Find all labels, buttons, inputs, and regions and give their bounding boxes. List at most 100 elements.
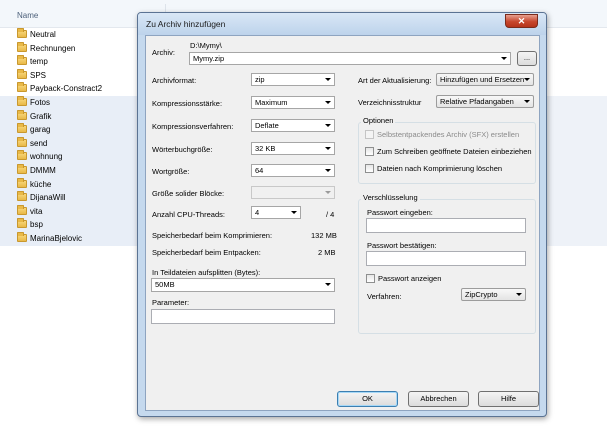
params-label: Parameter:: [152, 298, 190, 307]
list-item[interactable]: vita: [0, 204, 140, 219]
chevron-down-icon: [524, 78, 530, 81]
folder-icon: [17, 82, 27, 93]
folder-icon: [17, 136, 27, 147]
folder-icon: [17, 41, 27, 52]
params-input[interactable]: [151, 309, 335, 324]
chevron-down-icon: [325, 124, 331, 127]
list-item[interactable]: garag: [0, 123, 140, 137]
chevron-down-icon: [524, 100, 530, 103]
chevron-down-icon: [501, 57, 507, 60]
folder-icon: [17, 191, 27, 202]
chevron-down-icon: [325, 147, 331, 150]
file-name: MarinaBjelovic: [30, 233, 83, 243]
archive-path: D:\Mymy\: [190, 41, 222, 50]
dialog-titlebar[interactable]: Zu Archiv hinzufügen ✕: [138, 13, 546, 35]
file-name: SPS: [30, 70, 47, 80]
folder-icon: [17, 123, 27, 134]
chevron-down-icon: [325, 101, 331, 104]
dialog-client: Archiv: D:\Mymy\ Mymy.zip ... Archivform…: [145, 35, 540, 411]
solid-select: [251, 186, 335, 199]
cancel-button[interactable]: Abbrechen: [408, 391, 469, 407]
split-value: 50MB: [155, 280, 175, 289]
mem-decomp-value: 2 MB: [318, 248, 336, 257]
list-item[interactable]: DijanaWill: [0, 191, 140, 205]
list-item[interactable]: send: [0, 136, 140, 151]
add-to-archive-dialog: Zu Archiv hinzufügen ✕ Archiv: D:\Mymy\ …: [137, 12, 547, 417]
file-name: DijanaWill: [30, 193, 66, 203]
list-item[interactable]: DMMM: [0, 163, 140, 178]
method-label: Kompressionsverfahren:: [152, 122, 234, 131]
browse-button[interactable]: ...: [517, 51, 537, 66]
help-button[interactable]: Hilfe: [478, 391, 539, 407]
dict-select[interactable]: 32 KB: [251, 142, 335, 155]
enc-method-select[interactable]: ZipCrypto: [461, 288, 526, 301]
word-select[interactable]: 64: [251, 164, 335, 177]
list-item[interactable]: wohnung: [0, 150, 140, 164]
format-value: zip: [255, 75, 265, 84]
archive-name-combo[interactable]: Mymy.zip: [189, 52, 511, 65]
solid-label: Größe solider Blöcke:: [152, 189, 225, 198]
show-password-checkbox[interactable]: [366, 274, 375, 283]
sfx-label: Selbstentpackendes Archiv (SFX) erstelle…: [377, 130, 520, 139]
file-name: bsp: [30, 220, 43, 230]
update-select[interactable]: Hinzufügen und Ersetzen: [436, 73, 534, 86]
list-item[interactable]: bsp: [0, 218, 140, 232]
list-item[interactable]: Payback-Constract2: [0, 82, 140, 96]
level-value: Maximum: [255, 98, 288, 107]
delete-after-label[interactable]: Dateien nach Komprimierung löschen: [377, 164, 502, 173]
file-name: temp: [30, 57, 48, 67]
list-item[interactable]: küche: [0, 177, 140, 192]
options-title: Optionen: [361, 116, 396, 125]
folder-icon: [17, 95, 27, 106]
folder-icon: [17, 218, 27, 229]
shared-files-checkbox[interactable]: [365, 147, 374, 156]
list-item[interactable]: Grafik: [0, 109, 140, 124]
password-confirm-input[interactable]: [366, 251, 526, 266]
file-name: Payback-Constract2: [30, 84, 103, 94]
folder-icon: [17, 163, 27, 174]
password-input[interactable]: [366, 218, 526, 233]
split-combo[interactable]: 50MB: [151, 278, 335, 292]
file-list: Neutral Rechnungen temp SPS Payback-Constrac…: [0, 28, 140, 246]
word-label: Wortgröße:: [152, 167, 190, 176]
delete-after-checkbox[interactable]: [365, 164, 374, 173]
show-password-label[interactable]: Passwort anzeigen: [378, 274, 441, 283]
password-confirm-label: Passwort bestätigen:: [367, 241, 437, 250]
file-name: vita: [30, 206, 43, 216]
folder-icon: [17, 150, 27, 161]
close-button[interactable]: ✕: [505, 14, 538, 28]
list-item[interactable]: MarinaBjelovic: [0, 231, 140, 246]
list-item[interactable]: SPS: [0, 68, 140, 83]
enc-method-label: Verfahren:: [367, 292, 402, 301]
format-select[interactable]: zip: [251, 73, 335, 86]
paths-select[interactable]: Relative Pfadangaben: [436, 95, 534, 108]
chevron-down-icon: [325, 191, 331, 194]
shared-files-label[interactable]: Zum Schreiben geöffnete Dateien einbezie…: [377, 147, 532, 156]
threads-total: / 4: [326, 210, 335, 219]
chevron-down-icon: [325, 78, 331, 81]
list-item[interactable]: temp: [0, 55, 140, 69]
level-select[interactable]: Maximum: [251, 96, 335, 109]
method-select[interactable]: Deflate: [251, 119, 335, 132]
chevron-down-icon: [325, 283, 331, 286]
list-item[interactable]: Fotos: [0, 95, 140, 110]
threads-select[interactable]: 4: [251, 206, 301, 219]
ok-button[interactable]: OK: [337, 391, 398, 407]
format-label: Archivformat:: [152, 76, 197, 85]
paths-label: Verzeichnisstruktur: [358, 98, 422, 107]
folder-icon: [17, 28, 27, 38]
file-name: Fotos: [30, 97, 51, 107]
column-header-name[interactable]: Name: [17, 11, 38, 20]
file-name: garag: [30, 125, 51, 135]
encryption-title: Verschlüsselung: [361, 193, 420, 202]
split-label: In Teildateien aufsplitten (Bytes):: [152, 268, 261, 277]
dialog-title: Zu Archiv hinzufügen: [146, 19, 226, 29]
paths-value: Relative Pfadangaben: [440, 97, 514, 106]
mem-decomp-label: Speicherbedarf beim Entpacken:: [152, 248, 261, 257]
dict-value: 32 KB: [255, 144, 276, 153]
list-item[interactable]: Neutral: [0, 28, 140, 42]
list-item[interactable]: Rechnungen: [0, 41, 140, 56]
close-icon: ✕: [517, 16, 526, 26]
sfx-checkbox: [365, 130, 374, 139]
chevron-down-icon: [516, 293, 522, 296]
